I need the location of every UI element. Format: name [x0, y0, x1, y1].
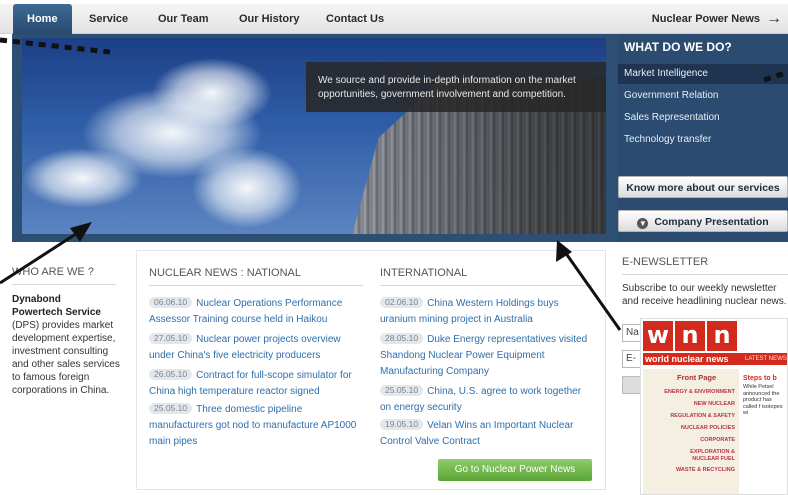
services-panel: WHAT DO WE DO? Market Intelligence Gover… — [618, 34, 788, 242]
arrow-right-icon: → — [766, 10, 782, 27]
wnn-link: ENERGY & ENVIRONMENT — [664, 389, 735, 395]
news-date: 06.06.10 — [149, 297, 193, 308]
divider — [149, 285, 363, 286]
national-news-title: NUCLEAR NEWS : NATIONAL — [149, 267, 301, 279]
company-presentation-label: Company Presentation — [654, 216, 769, 228]
who-are-we-title: WHO ARE WE ? — [12, 266, 94, 278]
international-news-item[interactable]: 02.06.10 China Western Holdings buys uran… — [380, 296, 594, 328]
wnn-link: REGULATION & SAFETY — [670, 413, 735, 419]
nav-our-history[interactable]: Our History — [239, 4, 300, 34]
nav-news-label: Nuclear Power News — [651, 13, 760, 25]
wnn-link: CORPORATE — [700, 437, 735, 443]
news-date: 27.05.10 — [149, 333, 193, 344]
national-news-item[interactable]: 27.05.10 Nuclear power projects overview … — [149, 332, 365, 364]
news-date: 26.05.10 — [149, 369, 193, 380]
divider — [622, 274, 788, 275]
wnn-main-headline: Steps to b — [743, 375, 777, 382]
wnn-logo: w n n — [643, 321, 737, 351]
wnn-link: NEW NUCLEAR — [693, 401, 735, 407]
nav-nuclear-power-news[interactable]: Nuclear Power News → — [652, 4, 782, 34]
news-date: 28.05.10 — [380, 333, 424, 344]
enewsletter-text: Subscribe to our weekly newsletter and r… — [622, 283, 787, 307]
know-more-button[interactable]: Know more about our services — [618, 176, 788, 198]
top-nav: Home Service Our Team Our History Contac… — [0, 4, 788, 34]
enewsletter-title: E-NEWSLETTER — [622, 256, 709, 268]
national-news-item[interactable]: 26.05.10 Contract for full-scope simulato… — [149, 368, 365, 400]
wnn-sidebar: Front Page ENERGY & ENVIRONMENT NEW NUCL… — [643, 369, 739, 494]
nav-contact-us[interactable]: Contact Us — [326, 4, 384, 34]
wnn-latest-label: LATEST NEWS — [745, 356, 787, 362]
services-title: WHAT DO WE DO? — [624, 40, 732, 54]
divider — [12, 284, 116, 285]
company-name-line2: Powertech Service — [12, 307, 101, 318]
service-sales-representation[interactable]: Sales Representation — [618, 108, 788, 128]
wnn-logo-letter: w — [643, 321, 673, 351]
national-news-item[interactable]: 25.05.10 Three domestic pipeline manufact… — [149, 402, 365, 450]
wnn-main-text: While Petsel announced the product has c… — [743, 384, 783, 416]
international-news-title: INTERNATIONAL — [380, 267, 468, 279]
news-date: 02.06.10 — [380, 297, 424, 308]
download-icon: ▼ — [637, 218, 649, 229]
email-input[interactable]: E- — [622, 350, 642, 368]
wnn-logo-letter: n — [675, 321, 705, 351]
go-to-news-button[interactable]: Go to Nuclear Power News — [438, 459, 592, 481]
news-date: 19.05.10 — [380, 419, 424, 430]
wnn-link: NUCLEAR POLICIES — [680, 425, 735, 431]
company-name-line1: Dynabond — [12, 294, 61, 305]
cloud-shape — [22, 148, 142, 208]
company-description: (DPS) provides market development expert… — [12, 320, 120, 396]
wnn-brand-name: world nuclear news — [645, 354, 729, 364]
international-news-item[interactable]: 28.05.10 Duke Energy representatives visi… — [380, 332, 594, 380]
name-input[interactable]: Na — [622, 324, 642, 342]
nav-home[interactable]: Home — [13, 4, 72, 34]
wnn-front-page: Front Page — [677, 373, 717, 382]
service-government-relation[interactable]: Government Relation — [618, 86, 788, 106]
page: Home Service Our Team Our History Contac… — [0, 0, 788, 495]
company-presentation-button[interactable]: ▼ Company Presentation — [618, 210, 788, 232]
international-news-item[interactable]: 19.05.10 Velan Wins an Important Nuclear … — [380, 418, 594, 450]
wnn-logo-letter: n — [707, 321, 737, 351]
divider — [380, 285, 592, 286]
wnn-link: EXPLORATION & NUCLEAR FUEL — [690, 449, 735, 462]
hero-caption-text: We source and provide in-depth informati… — [318, 75, 576, 100]
cloud-shape — [192, 148, 302, 228]
service-market-intelligence[interactable]: Market Intelligence — [618, 64, 788, 84]
nav-our-team[interactable]: Our Team — [158, 4, 209, 34]
cloud-shape — [152, 58, 272, 128]
news-date: 25.05.10 — [380, 385, 424, 396]
hero-caption-box: We source and provide in-depth informati… — [306, 62, 606, 112]
news-date: 25.05.10 — [149, 403, 193, 414]
who-are-we-text: Dynabond Powertech Service (DPS) provide… — [12, 293, 122, 397]
national-news-item[interactable]: 06.06.10 Nuclear Operations Performance A… — [149, 296, 365, 328]
wnn-main-column: Steps to b While Petsel announced the pr… — [741, 369, 787, 494]
wnn-advertisement[interactable]: w n n world nuclear news LATEST NEWS Fro… — [640, 318, 788, 495]
international-news-item[interactable]: 25.05.10 China, U.S. agree to work togeth… — [380, 384, 594, 416]
nav-service[interactable]: Service — [89, 4, 128, 34]
service-technology-transfer[interactable]: Technology transfer — [618, 130, 788, 150]
wnn-link: WASTE & RECYCLING — [676, 467, 735, 473]
